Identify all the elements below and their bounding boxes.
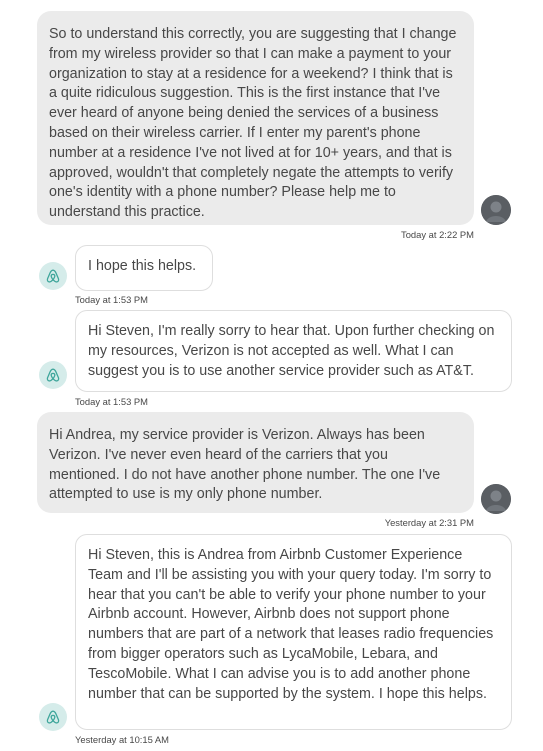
message-thread: So to understand this correctly, you are… bbox=[0, 0, 543, 751]
user-profile-photo-icon bbox=[481, 195, 511, 225]
message-timestamp: Today at 1:53 PM bbox=[75, 294, 148, 305]
agent-avatar[interactable] bbox=[39, 262, 67, 290]
user-profile-photo-icon bbox=[481, 484, 511, 514]
message-text: I hope this helps. bbox=[88, 258, 197, 274]
airbnb-belo-logo-icon bbox=[46, 368, 60, 382]
message-timestamp: Yesterday at 2:31 PM bbox=[384, 517, 474, 528]
user-message-bubble: Hi Andrea, my service provider is Verizo… bbox=[37, 412, 474, 513]
message-text: Hi Steven, I'm really sorry to hear that… bbox=[88, 323, 495, 379]
message-timestamp: Yesterday at 10:15 AM bbox=[75, 734, 169, 745]
message-text: Hi Steven, this is Andrea from Airbnb Cu… bbox=[88, 547, 494, 702]
agent-avatar[interactable] bbox=[39, 361, 67, 389]
user-message-bubble: So to understand this correctly, you are… bbox=[37, 11, 474, 225]
message-text: Hi Andrea, my service provider is Verizo… bbox=[49, 427, 441, 503]
agent-message-bubble: Hi Steven, this is Andrea from Airbnb Cu… bbox=[75, 534, 512, 730]
message-timestamp: Today at 1:53 PM bbox=[75, 396, 148, 407]
agent-message-bubble: Hi Steven, I'm really sorry to hear that… bbox=[75, 310, 512, 392]
agent-message-bubble: I hope this helps. bbox=[75, 245, 213, 291]
message-timestamp: Today at 2:22 PM bbox=[401, 229, 474, 240]
user-avatar[interactable] bbox=[481, 484, 511, 514]
message-text: So to understand this correctly, you are… bbox=[49, 26, 457, 221]
airbnb-belo-logo-icon bbox=[46, 710, 60, 724]
airbnb-belo-logo-icon bbox=[46, 269, 60, 283]
agent-avatar[interactable] bbox=[39, 703, 67, 731]
user-avatar[interactable] bbox=[481, 195, 511, 225]
